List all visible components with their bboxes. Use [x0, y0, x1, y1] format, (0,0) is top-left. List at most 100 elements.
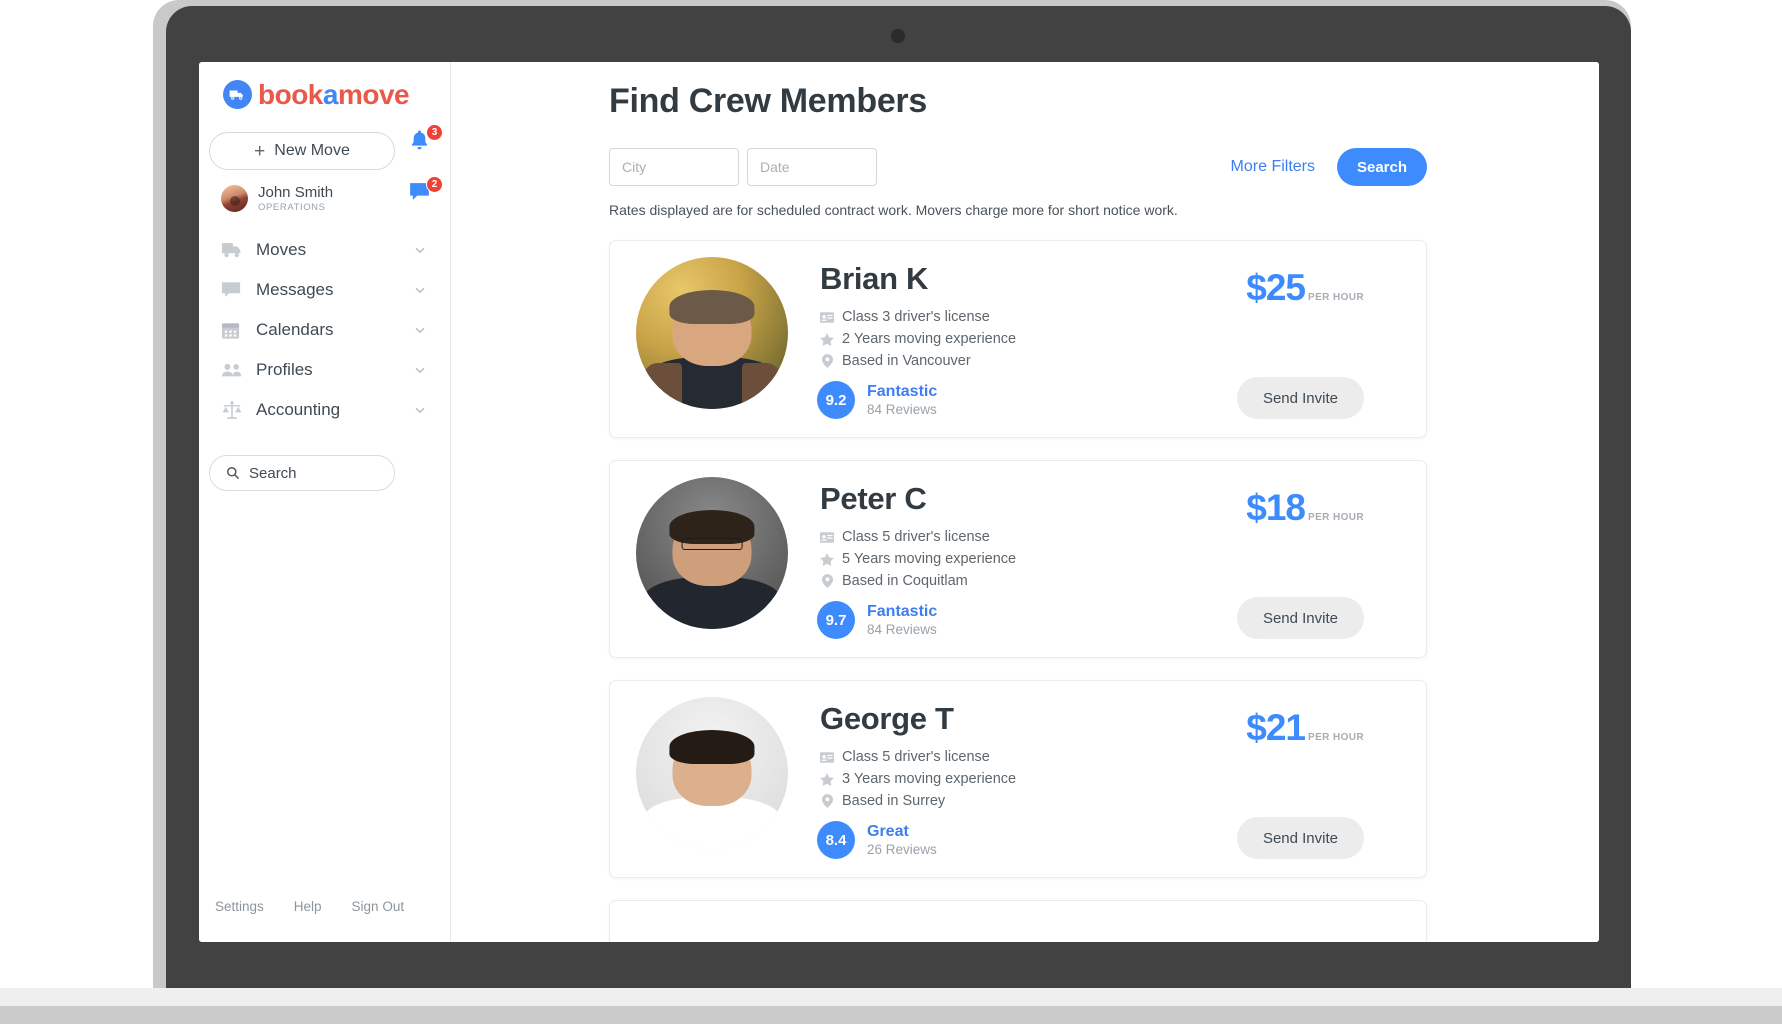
footer-link-sign-out[interactable]: Sign Out — [352, 899, 405, 914]
sidebar-item-profiles[interactable]: Profiles — [199, 350, 451, 390]
crew-experience-text: 2 Years moving experience — [842, 331, 1017, 347]
crew-experience-text: 3 Years moving experience — [842, 771, 1017, 787]
bell-badge-count: 3 — [426, 124, 443, 141]
more-filters-link[interactable]: More Filters — [1231, 158, 1315, 176]
new-move-label: New Move — [274, 142, 350, 159]
truck-logo-icon — [223, 80, 252, 109]
app-logo[interactable]: bookamove — [223, 78, 410, 110]
messages-badge-count: 2 — [426, 176, 443, 193]
crew-experience: 5 Years moving experience — [820, 551, 1016, 567]
new-move-button[interactable]: + New Move — [209, 132, 395, 170]
star-icon — [820, 772, 834, 787]
rating-word: Fantastic — [867, 602, 938, 620]
sidebar-item-label: Calendars — [256, 320, 334, 339]
crew-license: Class 5 driver's license — [820, 749, 990, 765]
search-icon — [227, 467, 240, 480]
crew-price: $25 PER HOUR — [1246, 267, 1364, 309]
search-input-value: Search — [249, 464, 297, 482]
rates-disclaimer: Rates displayed are for scheduled contra… — [609, 202, 1178, 218]
messages-button[interactable]: 2 — [407, 176, 443, 214]
crew-location-text: Based in Surrey — [842, 793, 946, 809]
user-profile[interactable]: John Smith OPERATIONS — [221, 184, 333, 213]
crew-location: Based in Surrey — [820, 793, 945, 809]
city-input[interactable] — [609, 148, 739, 186]
rating-score: 9.7 — [817, 601, 855, 639]
crew-photo — [636, 477, 788, 629]
people-icon — [221, 360, 243, 380]
sidebar-item-label: Accounting — [256, 400, 341, 419]
price-unit: PER HOUR — [1308, 732, 1364, 743]
avatar — [221, 185, 248, 213]
id-card-icon — [820, 530, 834, 545]
price-amount: $21 — [1246, 707, 1306, 748]
crew-license: Class 3 driver's license — [820, 309, 990, 325]
price-amount: $25 — [1246, 267, 1306, 308]
rating-reviews: 84 Reviews — [867, 401, 937, 417]
chevron-down-icon — [413, 283, 427, 297]
rating-reviews: 26 Reviews — [867, 841, 937, 857]
crew-photo — [636, 697, 788, 849]
search-input[interactable]: Search — [209, 455, 395, 491]
crew-license-text: Class 5 driver's license — [842, 749, 990, 765]
price-amount: $18 — [1246, 487, 1306, 528]
crew-card[interactable]: George T Class 5 driver's license 3 Year… — [609, 680, 1427, 878]
crew-location-text: Based in Coquitlam — [842, 573, 968, 589]
screenshot-root: bookamove + New Move 3 2 John Smith OPER… — [0, 0, 1782, 1024]
crew-rating: 9.7 Fantastic 84 Reviews — [817, 601, 937, 639]
plus-icon: + — [254, 140, 266, 162]
crew-card-partial[interactable] — [609, 900, 1427, 942]
chevron-down-icon — [413, 243, 427, 257]
send-invite-button[interactable]: Send Invite — [1236, 817, 1364, 859]
chevron-down-icon — [413, 363, 427, 377]
crew-name: Peter C — [820, 481, 927, 516]
footer-link-settings[interactable]: Settings — [215, 899, 264, 914]
main-content: Find Crew Members More Filters Search Ra… — [451, 62, 1599, 942]
date-input[interactable] — [747, 148, 877, 186]
crew-experience-text: 5 Years moving experience — [842, 551, 1017, 567]
send-invite-button[interactable]: Send Invite — [1236, 377, 1364, 419]
sidebar-item-label: Moves — [256, 240, 307, 259]
crew-card[interactable]: Peter C Class 5 driver's license 5 Years… — [609, 460, 1427, 658]
sidebar-item-accounting[interactable]: Accounting — [199, 390, 451, 430]
search-button[interactable]: Search — [1337, 148, 1427, 186]
logo-text-book: book — [258, 78, 323, 110]
map-pin-icon — [820, 354, 834, 369]
footer-link-help[interactable]: Help — [294, 899, 322, 914]
crew-price: $18 PER HOUR — [1246, 487, 1364, 529]
crew-card[interactable]: Brian K Class 3 driver's license 2 Years… — [609, 240, 1427, 438]
rating-score: 8.4 — [817, 821, 855, 859]
sidebar-nav: Moves Messages Calendars Profiles Accoun… — [199, 230, 451, 430]
crew-location-text: Based in Vancouver — [842, 353, 971, 369]
crew-location: Based in Vancouver — [820, 353, 971, 369]
crew-license-text: Class 3 driver's license — [842, 309, 990, 325]
calendar-icon — [221, 320, 243, 340]
map-pin-icon — [820, 794, 834, 809]
price-unit: PER HOUR — [1308, 292, 1364, 303]
crew-results-list: Brian K Class 3 driver's license 2 Years… — [609, 240, 1427, 942]
webcam-dot-icon — [891, 29, 905, 43]
map-pin-icon — [820, 574, 834, 589]
logo-text-move: move — [337, 78, 410, 110]
sidebar-item-messages[interactable]: Messages — [199, 270, 451, 310]
scales-icon — [221, 400, 243, 420]
notifications-bell-button[interactable]: 3 — [407, 124, 443, 162]
truck-icon — [221, 240, 243, 260]
star-icon — [820, 552, 834, 567]
user-role: OPERATIONS — [258, 202, 326, 214]
notification-badges: 3 2 — [407, 124, 443, 232]
sidebar-item-calendars[interactable]: Calendars — [199, 310, 451, 350]
logo-text-a: a — [322, 78, 339, 110]
sidebar-item-moves[interactable]: Moves — [199, 230, 451, 270]
rating-score: 9.2 — [817, 381, 855, 419]
user-name: John Smith — [258, 184, 334, 201]
star-icon — [820, 332, 834, 347]
desk-surface-light — [0, 988, 1782, 1006]
chevron-down-icon — [413, 403, 427, 417]
desk-surface-dark — [0, 1006, 1782, 1024]
crew-license-text: Class 5 driver's license — [842, 529, 990, 545]
page-title: Find Crew Members — [609, 82, 927, 120]
send-invite-button[interactable]: Send Invite — [1236, 597, 1364, 639]
crew-experience: 2 Years moving experience — [820, 331, 1016, 347]
crew-experience: 3 Years moving experience — [820, 771, 1016, 787]
chat-bubble-icon — [221, 280, 243, 300]
